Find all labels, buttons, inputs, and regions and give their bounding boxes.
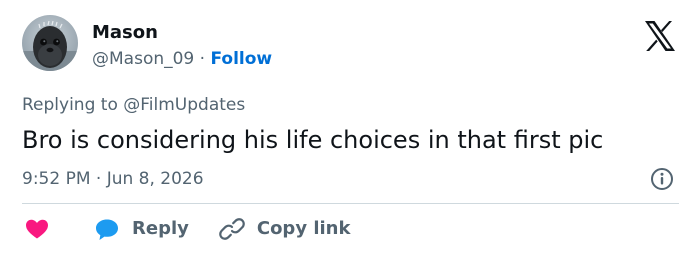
reply-bubble-icon <box>96 219 118 240</box>
handle-separator: · <box>194 49 211 69</box>
link-icon <box>219 218 245 240</box>
divider <box>22 203 679 204</box>
info-icon[interactable] <box>649 166 675 192</box>
reply-button[interactable]: Reply <box>94 214 189 244</box>
replying-prefix: Replying to <box>22 95 124 115</box>
author-handle-line: @Mason_09 · Follow <box>92 47 272 71</box>
heart-icon <box>26 219 48 239</box>
avatar-image <box>22 15 78 71</box>
tweet-text: Bro is considering his life choices in t… <box>22 126 604 154</box>
reply-label: Reply <box>132 218 189 239</box>
avatar[interactable] <box>22 15 78 71</box>
tweet-timestamp[interactable]: 9:52 PM · Jun 8, 2026 <box>22 167 204 191</box>
action-bar: Reply Copy link <box>22 214 350 244</box>
replying-mention-link[interactable]: @FilmUpdates <box>123 95 245 115</box>
author-handle[interactable]: @Mason_09 <box>92 49 194 69</box>
copy-link-label: Copy link <box>256 218 351 239</box>
replying-to-context: Replying to @FilmUpdates <box>22 93 245 117</box>
follow-button[interactable]: Follow <box>210 49 272 69</box>
like-button[interactable] <box>22 214 50 244</box>
x-logo-icon[interactable] <box>643 20 677 52</box>
copy-link-button[interactable]: Copy link <box>219 214 351 244</box>
author-display-name[interactable]: Mason <box>92 21 158 45</box>
